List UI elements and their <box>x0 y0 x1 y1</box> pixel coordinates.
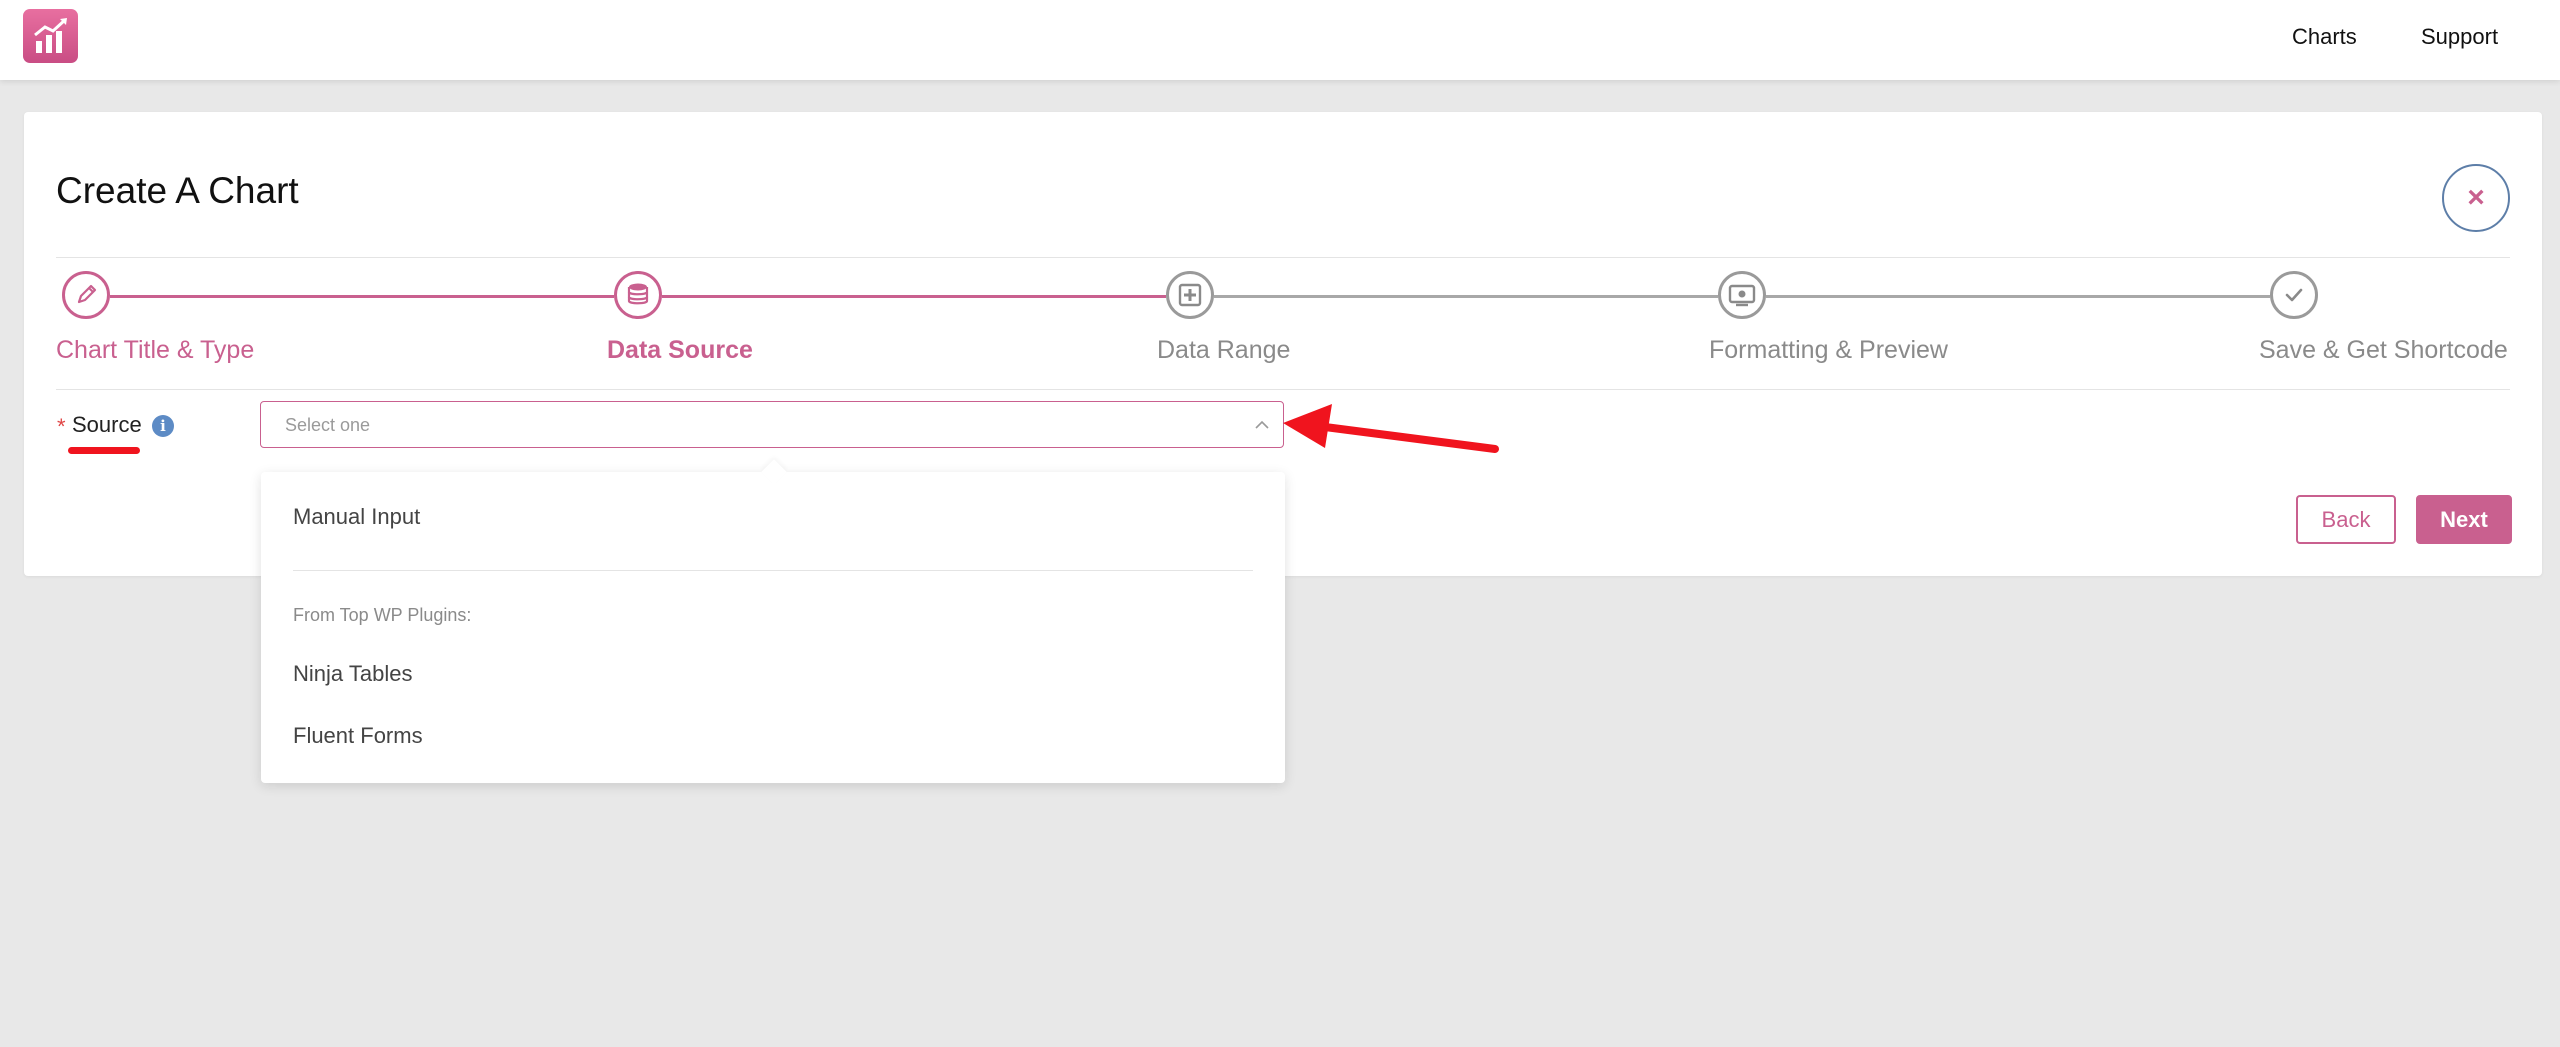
step-2-label[interactable]: Data Source <box>607 336 753 365</box>
preview-icon <box>1728 284 1756 307</box>
back-button[interactable]: Back <box>2296 495 2396 544</box>
source-dropdown-menu: Manual Input From Top WP Plugins: Ninja … <box>261 459 1285 783</box>
dropdown-option-manual-input[interactable]: Manual Input <box>293 504 420 530</box>
step-connector <box>1766 295 2270 298</box>
step-1-circle[interactable] <box>62 271 110 319</box>
required-mark: * <box>57 414 66 439</box>
info-icon[interactable]: i <box>152 415 174 437</box>
step-connector <box>662 295 1166 298</box>
dropdown-group-label: From Top WP Plugins: <box>293 605 472 625</box>
source-label: Source <box>72 412 142 437</box>
step-3-circle[interactable] <box>1166 271 1214 319</box>
top-bar: Charts Support <box>0 0 2560 80</box>
step-connector <box>1214 295 1718 298</box>
step-2-circle[interactable] <box>614 271 662 319</box>
step-1-label[interactable]: Chart Title & Type <box>56 336 254 365</box>
nav-support-link[interactable]: Support <box>2421 24 2498 50</box>
step-4-circle[interactable] <box>1718 271 1766 319</box>
database-icon <box>627 283 649 305</box>
step-connector <box>110 295 614 298</box>
next-button[interactable]: Next <box>2416 495 2512 544</box>
step-5-label[interactable]: Save & Get Shortcode <box>2259 336 2508 365</box>
source-select[interactable]: Select one <box>260 401 1284 448</box>
dropdown-option-fluent-forms[interactable]: Fluent Forms <box>293 723 423 749</box>
divider <box>56 389 2510 390</box>
divider <box>56 257 2510 258</box>
close-button[interactable]: × <box>2442 164 2510 232</box>
pencil-icon <box>77 284 97 304</box>
annotation-underline <box>68 447 140 454</box>
app-logo-icon[interactable] <box>23 9 78 63</box>
dropdown-option-ninja-tables[interactable]: Ninja Tables <box>293 661 412 687</box>
step-5-circle[interactable] <box>2270 271 2318 319</box>
check-icon <box>2285 288 2303 302</box>
page-title: Create A Chart <box>56 170 299 211</box>
dropdown-divider <box>293 570 1253 571</box>
source-select-placeholder: Select one <box>285 415 371 435</box>
data-range-icon <box>1178 283 1202 307</box>
step-3-label[interactable]: Data Range <box>1157 336 1290 365</box>
close-icon: × <box>2467 181 2485 214</box>
chevron-up-icon <box>1255 420 1269 429</box>
nav-charts-link[interactable]: Charts <box>2292 24 2357 50</box>
step-4-label[interactable]: Formatting & Preview <box>1709 336 1948 365</box>
